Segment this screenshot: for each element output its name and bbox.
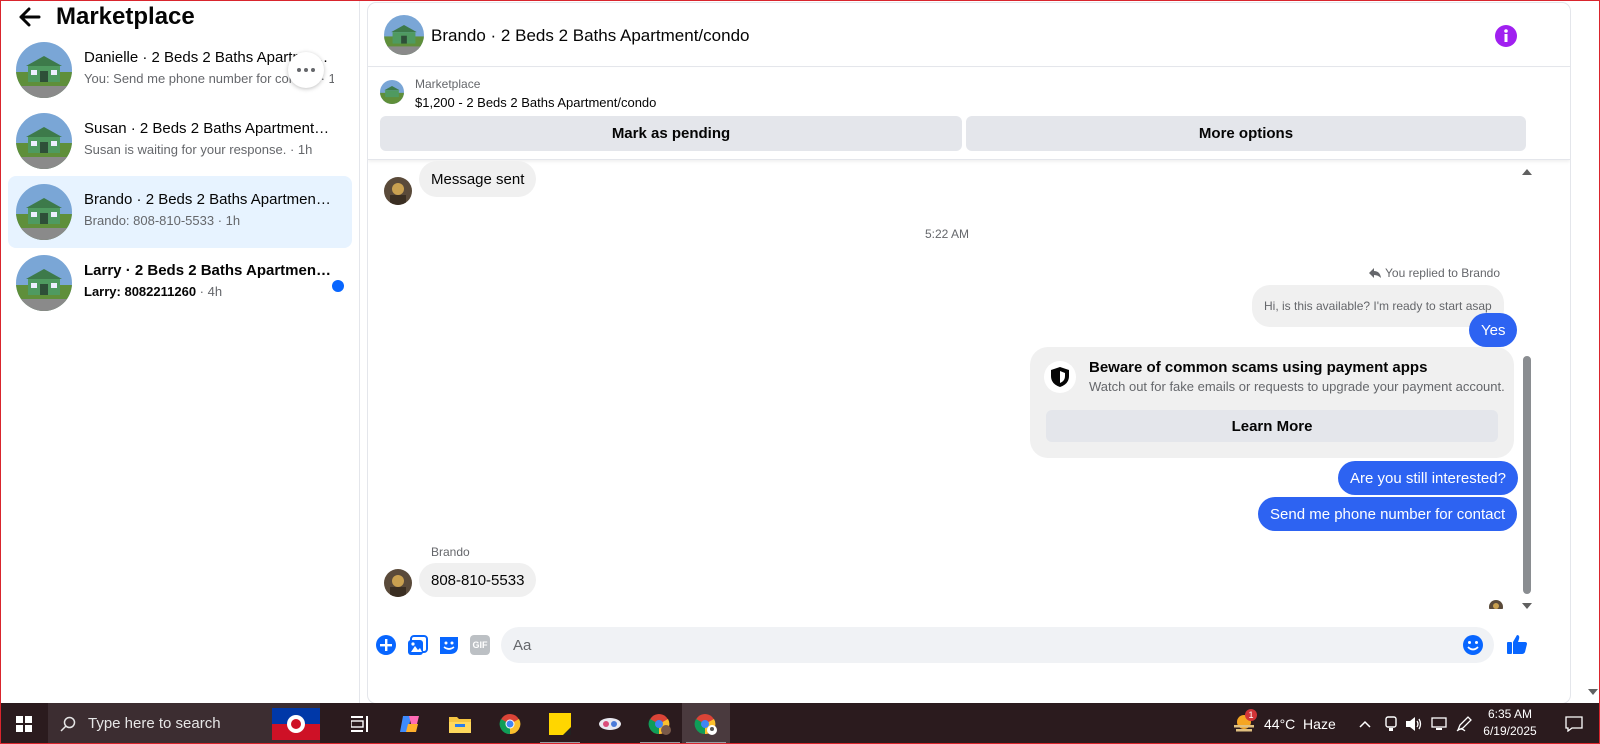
conversation-preview: Brando: 808-810-5533 · 1h (84, 213, 334, 228)
gif-label: GIF (470, 635, 490, 655)
chevron-up-icon[interactable] (1354, 703, 1376, 744)
listing-house-avatar (16, 42, 72, 98)
thumbs-up-icon[interactable] (1505, 632, 1529, 656)
preview-text: Brando: 808-810-5533 (84, 213, 215, 228)
preview-time: · 1h (286, 142, 313, 157)
page-scrollbar[interactable] (1586, 0, 1600, 703)
scroll-down-arrow-icon[interactable] (1522, 603, 1532, 609)
message-bubble[interactable]: Message sent (419, 161, 537, 197)
conversation-more-button[interactable] (288, 52, 324, 88)
copilot-icon[interactable] (386, 703, 434, 744)
sticker-icon[interactable] (438, 634, 460, 656)
shield-icon (1044, 361, 1076, 393)
speaker-icon[interactable] (1403, 703, 1425, 744)
preview-time: · 4h (196, 284, 223, 299)
message-composer: GIF Aa (368, 621, 1570, 671)
scam-warning-card: Beware of common scams using payment app… (1030, 347, 1514, 458)
emoji-icon[interactable] (1462, 634, 1484, 656)
conversation-preview: Susan is waiting for your response. · 1h (84, 142, 334, 157)
conversation-sidebar: Marketplace Danielle · 2 Beds 2 Baths Ap… (0, 0, 360, 703)
back-arrow-icon[interactable] (18, 5, 42, 29)
sender-name: Brando (431, 545, 470, 559)
snipping-tool-icon[interactable] (586, 703, 634, 744)
message-timestamp: 5:22 AM (925, 227, 970, 241)
scrollbar-thumb[interactable] (1523, 356, 1531, 594)
taskbar-clock[interactable]: 6:35 AM 6/19/2025 (1470, 706, 1550, 740)
reply-indicator-text: You replied to Brando (1385, 266, 1500, 280)
listing-thumbnail[interactable] (380, 80, 404, 104)
message-bubble-outgoing[interactable]: Send me phone number for contact (1258, 497, 1518, 531)
preview-time: · 1h (214, 213, 241, 228)
reply-indicator: You replied to Brando (1369, 266, 1500, 280)
chrome-profile-icon[interactable] (636, 703, 684, 744)
conversation-name: Susan · 2 Beds 2 Baths Apartment/condo (84, 120, 332, 137)
marketplace-listing-banner: Marketplace $1,200 - 2 Beds 2 Baths Apar… (368, 68, 1570, 160)
search-icon (60, 716, 76, 732)
taskbar-search-box[interactable]: Type here to search (48, 703, 320, 744)
unread-indicator (332, 280, 344, 292)
weather-haze-icon: 1 (1232, 708, 1257, 735)
chat-panel: Brando · 2 Beds 2 Baths Apartment/condo … (368, 3, 1570, 703)
meeting-icon[interactable] (1380, 703, 1402, 744)
quoted-message-bubble[interactable]: Hi, is this available? I'm ready to star… (1252, 285, 1504, 327)
listing-house-avatar (16, 113, 72, 169)
chrome-profile-active-icon[interactable] (682, 703, 730, 744)
photo-icon[interactable] (407, 634, 429, 656)
message-bubble-outgoing[interactable]: Are you still interested? (1338, 461, 1518, 495)
gif-icon[interactable]: GIF (469, 634, 491, 656)
network-icon[interactable] (1428, 703, 1450, 744)
clock-time: 6:35 AM (1487, 707, 1533, 721)
preview-text: Larry: 8082211260 (84, 284, 197, 299)
scam-warning-subtitle: Watch out for fake emails or requests to… (1089, 379, 1505, 394)
chrome-icon[interactable] (486, 703, 534, 744)
chat-header: Brando · 2 Beds 2 Baths Apartment/condo (368, 3, 1570, 67)
mark-as-pending-button[interactable]: Mark as pending (380, 116, 962, 151)
reply-arrow-icon (1369, 268, 1382, 278)
message-scrollbar[interactable] (1521, 163, 1533, 611)
conversation-name: Brando · 2 Beds 2 Baths Apartment/condo (84, 191, 332, 208)
weather-widget[interactable]: 1 44°C Haze (1232, 703, 1362, 744)
windows-start-icon[interactable] (0, 703, 48, 744)
read-receipt-avatar (1489, 600, 1503, 609)
message-list: Message sent 5:22 AM You replied to Bran… (368, 161, 1538, 609)
learn-more-button[interactable]: Learn More (1046, 410, 1498, 442)
listing-house-avatar (16, 255, 72, 311)
listing-description[interactable]: $1,200 - 2 Beds 2 Baths Apartment/condo (415, 95, 656, 110)
plus-icon[interactable] (375, 634, 397, 656)
scroll-up-arrow-icon[interactable] (1522, 169, 1532, 175)
conversation-preview: Larry: 8082211260 · 4h (84, 284, 334, 299)
sidebar-title: Marketplace (56, 3, 195, 30)
sticky-notes-icon[interactable] (536, 703, 584, 744)
preview-text: Susan is waiting for your response. (84, 142, 287, 157)
listing-label: Marketplace (415, 77, 481, 91)
message-bubble[interactable]: 808-810-5533 (419, 563, 537, 597)
sender-avatar[interactable] (384, 177, 412, 205)
scam-warning-title: Beware of common scams using payment app… (1089, 359, 1428, 376)
clock-date: 6/19/2025 (1483, 724, 1537, 738)
sidebar-header: Marketplace (18, 2, 195, 32)
sender-avatar[interactable] (384, 569, 412, 597)
windows-taskbar: Type here to search 1 44°C Haze 6:35 AM … (0, 703, 1600, 744)
search-placeholder: Type here to search (88, 715, 221, 732)
search-highlight-icon[interactable] (272, 708, 320, 740)
notification-icon[interactable] (1556, 703, 1592, 744)
info-icon[interactable] (1495, 25, 1517, 47)
conversation-item-larry[interactable]: Larry · 2 Beds 2 Baths Apartment/condo L… (8, 247, 352, 319)
weather-text: 44°C Haze (1264, 715, 1336, 732)
weather-badge: 1 (1245, 708, 1257, 721)
message-bubble-outgoing[interactable]: Yes (1469, 313, 1518, 347)
page-scroll-down-icon[interactable] (1588, 689, 1598, 695)
task-view-icon[interactable] (336, 703, 384, 744)
chat-title[interactable]: Brando · 2 Beds 2 Baths Apartment/condo (431, 26, 749, 46)
chat-avatar[interactable] (384, 15, 424, 55)
conversation-item-susan[interactable]: Susan · 2 Beds 2 Baths Apartment/condo S… (8, 105, 352, 177)
conversation-name: Larry · 2 Beds 2 Baths Apartment/condo (84, 262, 332, 279)
file-explorer-icon[interactable] (436, 703, 484, 744)
message-input-placeholder: Aa (513, 636, 532, 654)
message-input[interactable]: Aa (501, 627, 1494, 663)
more-options-button[interactable]: More options (966, 116, 1526, 151)
listing-house-avatar (16, 184, 72, 240)
conversation-item-brando[interactable]: Brando · 2 Beds 2 Baths Apartment/condo … (8, 176, 352, 248)
